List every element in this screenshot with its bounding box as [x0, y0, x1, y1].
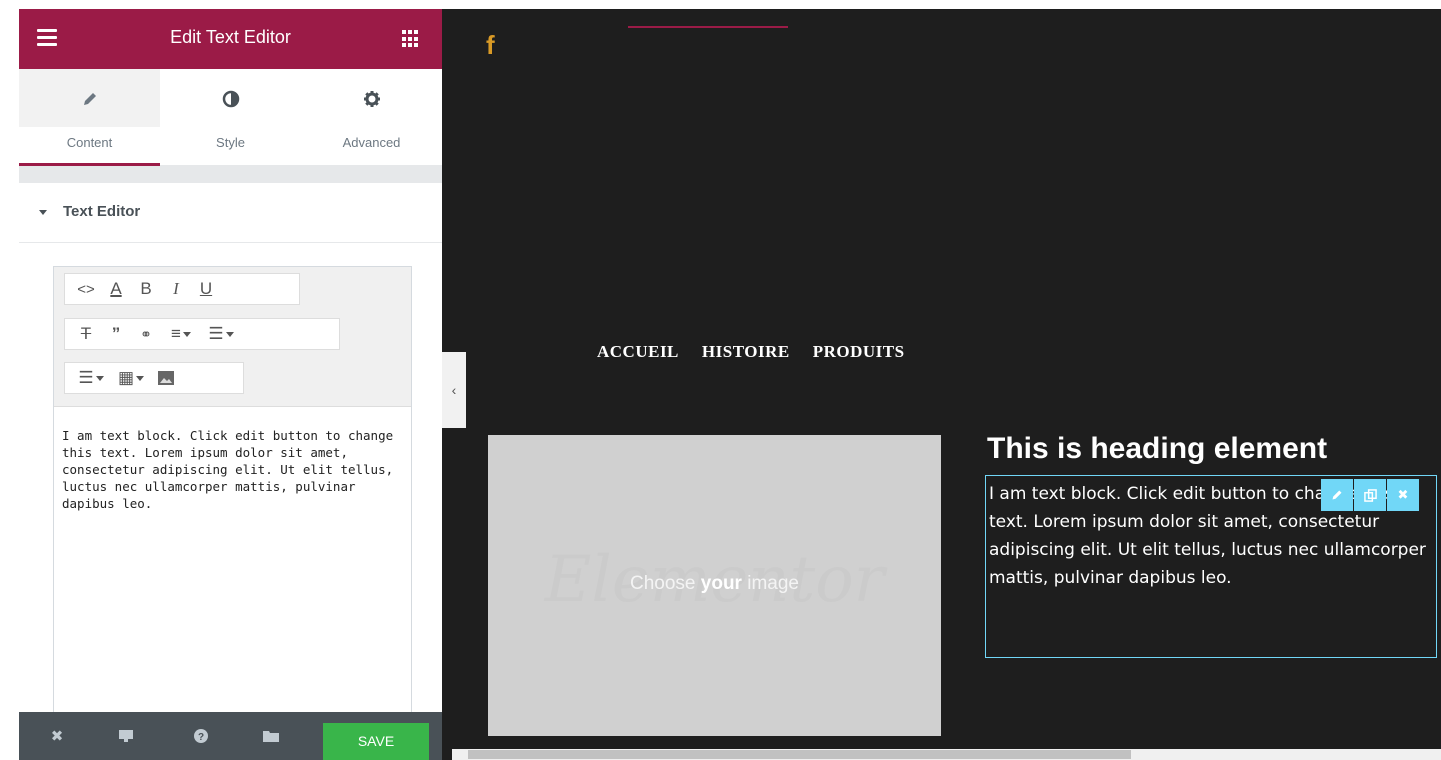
duplicate-widget-icon[interactable] — [1354, 479, 1386, 511]
tab-content-label: Content — [66, 135, 113, 150]
editor-panel: Edit Text Editor Content Style Advanced — [19, 9, 442, 760]
italic-icon[interactable]: I — [161, 274, 191, 304]
page-preview: f ‹ ACCUEIL HISTOIRE PRODUITS Elementor … — [442, 0, 1441, 760]
panel-header: Edit Text Editor — [19, 9, 442, 69]
contrast-icon — [160, 87, 301, 111]
folder-icon[interactable] — [261, 726, 281, 746]
save-button[interactable]: SAVE — [323, 723, 429, 760]
section-toggle-text-editor[interactable]: Text Editor — [19, 183, 442, 243]
panel-divider — [19, 166, 442, 183]
text-color-icon[interactable]: A — [101, 274, 131, 304]
section-title: Text Editor — [63, 203, 141, 220]
tab-content[interactable]: Content — [19, 69, 160, 166]
panel-footer: ✖ ? SAVE — [19, 712, 442, 760]
panel-title: Edit Text Editor — [170, 27, 291, 47]
top-accent-line — [628, 26, 788, 28]
editor-textarea[interactable]: I am text block. Click edit button to ch… — [62, 427, 407, 512]
bullet-list-icon[interactable]: ☰ — [201, 319, 241, 349]
wysiwyg-editor: <> A B I U T ” ⚭ ≡ ☰ ☰ ▦ I am text block… — [53, 266, 412, 716]
chevron-left-icon: ‹ — [451, 382, 457, 398]
heading-element[interactable]: This is heading element — [987, 432, 1327, 466]
responsive-mode-icon[interactable] — [116, 726, 136, 746]
horizontal-scrollbar[interactable] — [452, 749, 1441, 760]
close-icon[interactable]: ✖ — [47, 726, 67, 746]
widgets-grid-icon[interactable] — [402, 30, 420, 48]
nav-item-accueil[interactable]: ACCUEIL — [597, 342, 679, 366]
blockquote-icon[interactable]: ” — [101, 319, 131, 349]
tab-advanced[interactable]: Advanced — [301, 69, 442, 166]
toolbar-row-1: <> A B I U — [64, 273, 300, 305]
help-icon[interactable]: ? — [191, 726, 211, 746]
underline-icon[interactable]: U — [191, 274, 221, 304]
facebook-icon[interactable]: f — [486, 30, 495, 61]
site-nav: ACCUEIL HISTOIRE PRODUITS — [597, 342, 905, 366]
panel-tabs: Content Style Advanced — [19, 69, 442, 166]
image-icon[interactable] — [151, 363, 181, 393]
bold-icon[interactable]: B — [131, 274, 161, 304]
editor-toolbar: <> A B I U T ” ⚭ ≡ ☰ ☰ ▦ — [54, 267, 411, 407]
collapse-panel-handle[interactable]: ‹ — [442, 352, 466, 428]
widget-action-bar: ✖ — [1300, 479, 1436, 511]
table-icon[interactable]: ▦ — [111, 363, 151, 393]
caret-down-icon — [39, 210, 47, 215]
svg-text:?: ? — [198, 732, 204, 743]
image-placeholder[interactable]: Elementor Choose your image — [488, 435, 941, 736]
numbered-list-icon[interactable]: ☰ — [71, 363, 111, 393]
nav-item-produits[interactable]: PRODUITS — [813, 342, 905, 366]
tab-advanced-label: Advanced — [342, 135, 401, 150]
tab-style-label: Style — [216, 135, 245, 150]
nav-item-histoire[interactable]: HISTOIRE — [702, 342, 790, 366]
align-left-icon[interactable]: ≡ — [161, 319, 201, 349]
scrollbar-thumb[interactable] — [468, 750, 1131, 759]
strikethrough-icon[interactable]: T — [71, 319, 101, 349]
link-icon[interactable]: ⚭ — [131, 319, 161, 349]
gear-icon — [301, 87, 442, 111]
choose-image-text: Choose your image — [630, 573, 799, 594]
code-icon[interactable]: <> — [71, 274, 101, 304]
preview-top-strip — [442, 0, 1441, 9]
tab-style[interactable]: Style — [160, 69, 301, 166]
toolbar-row-3: ☰ ▦ — [64, 362, 244, 394]
pencil-icon — [19, 87, 160, 111]
delete-widget-close-icon[interactable]: ✖ — [1387, 479, 1419, 511]
edit-widget-pencil-icon[interactable] — [1321, 479, 1353, 511]
toolbar-row-2: T ” ⚭ ≡ ☰ — [64, 318, 340, 350]
